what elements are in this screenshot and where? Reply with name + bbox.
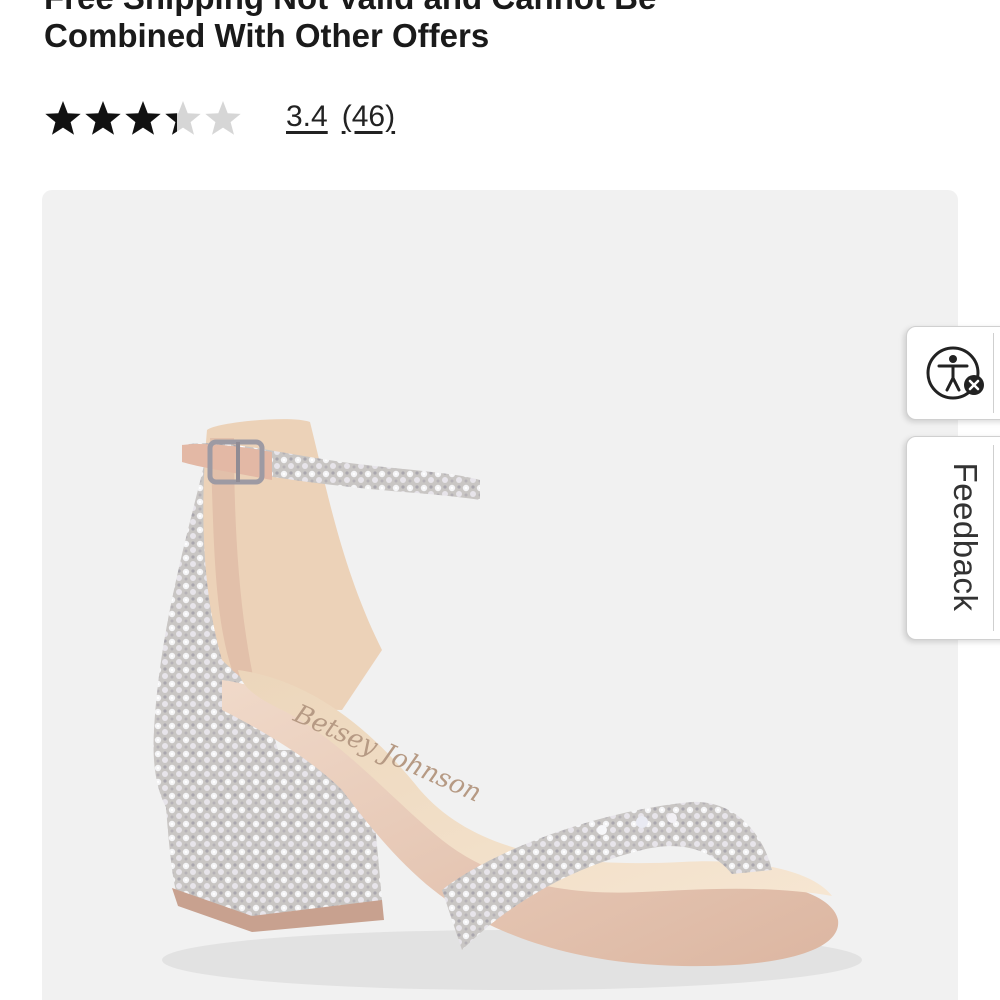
product-title-partial: Free Shipping Not Valid and Cannot Be	[44, 0, 656, 16]
product-title: Combined With Other Offers	[44, 17, 490, 54]
tab-divider	[993, 333, 994, 413]
feedback-label: Feedback	[947, 462, 984, 612]
star-icons	[45, 101, 241, 135]
accessibility-icon	[926, 346, 984, 400]
product-page: Free Shipping Not Valid and Cannot Be Co…	[0, 0, 1000, 1000]
star-icon	[125, 101, 161, 135]
empty-star-icon	[205, 101, 241, 135]
star-icon	[45, 101, 81, 135]
product-image[interactable]: Betsey Johnson	[42, 190, 958, 1000]
rating-value-link[interactable]: 3.4	[286, 100, 328, 134]
review-count-link[interactable]: (46)	[342, 100, 395, 134]
accessibility-button[interactable]	[906, 326, 1000, 420]
feedback-button[interactable]: Feedback	[906, 436, 1000, 640]
rating-row: 3.4 (46)	[44, 92, 395, 142]
star-rating[interactable]	[44, 95, 244, 139]
star-icon	[85, 101, 121, 135]
sandal-image: Betsey Johnson	[153, 419, 862, 990]
half-star-icon	[165, 101, 201, 135]
tab-divider	[993, 445, 994, 631]
